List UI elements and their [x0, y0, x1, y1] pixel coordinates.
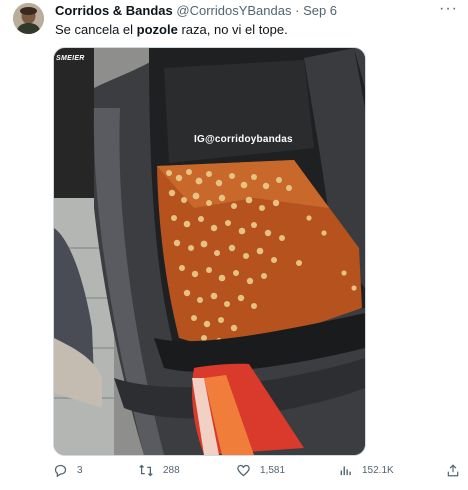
- author-name[interactable]: Corridos & Bandas: [55, 3, 173, 18]
- repost-button[interactable]: 288: [138, 463, 180, 478]
- image-watermark: IG@corridoybandas: [194, 134, 293, 145]
- views-count: 152.1K: [362, 465, 394, 476]
- tweet-photo[interactable]: SMEIER IG@corridoybandas: [53, 47, 366, 456]
- like-count: 1,581: [260, 465, 286, 476]
- tweet-text: Se cancela el pozole raza, no vi el tope…: [55, 21, 288, 38]
- avatar[interactable]: [13, 3, 44, 34]
- car-brand-text: SMEIER: [56, 55, 85, 62]
- views-button[interactable]: 152.1K: [339, 463, 394, 478]
- post-date[interactable]: Sep 6: [303, 3, 337, 18]
- reply-count: 3: [77, 465, 83, 476]
- reply-button[interactable]: 3: [53, 463, 83, 478]
- tweet: Corridos & Bandas @CorridosYBandas · Sep…: [0, 0, 468, 490]
- repost-icon: [138, 463, 154, 478]
- tweet-header: Corridos & Bandas @CorridosYBandas · Sep…: [55, 3, 337, 19]
- views-icon: [339, 463, 353, 478]
- more-icon[interactable]: ···: [439, 1, 458, 17]
- action-bar: 3 288 1,581 152.1K: [53, 463, 463, 483]
- tweet-text-end: raza, no vi el tope.: [177, 22, 288, 37]
- repost-count: 288: [163, 465, 180, 476]
- tweet-text-bold: pozole: [136, 22, 178, 37]
- share-button[interactable]: [446, 463, 460, 478]
- author-handle[interactable]: @CorridosYBandas: [176, 3, 291, 18]
- separator-dot: ·: [295, 3, 300, 18]
- like-button[interactable]: 1,581: [236, 463, 285, 478]
- reply-icon: [53, 463, 68, 478]
- like-icon: [236, 463, 251, 478]
- car-trunk-pozole-image: [54, 48, 365, 455]
- share-icon: [446, 463, 460, 478]
- tweet-text-start: Se cancela el: [55, 22, 137, 37]
